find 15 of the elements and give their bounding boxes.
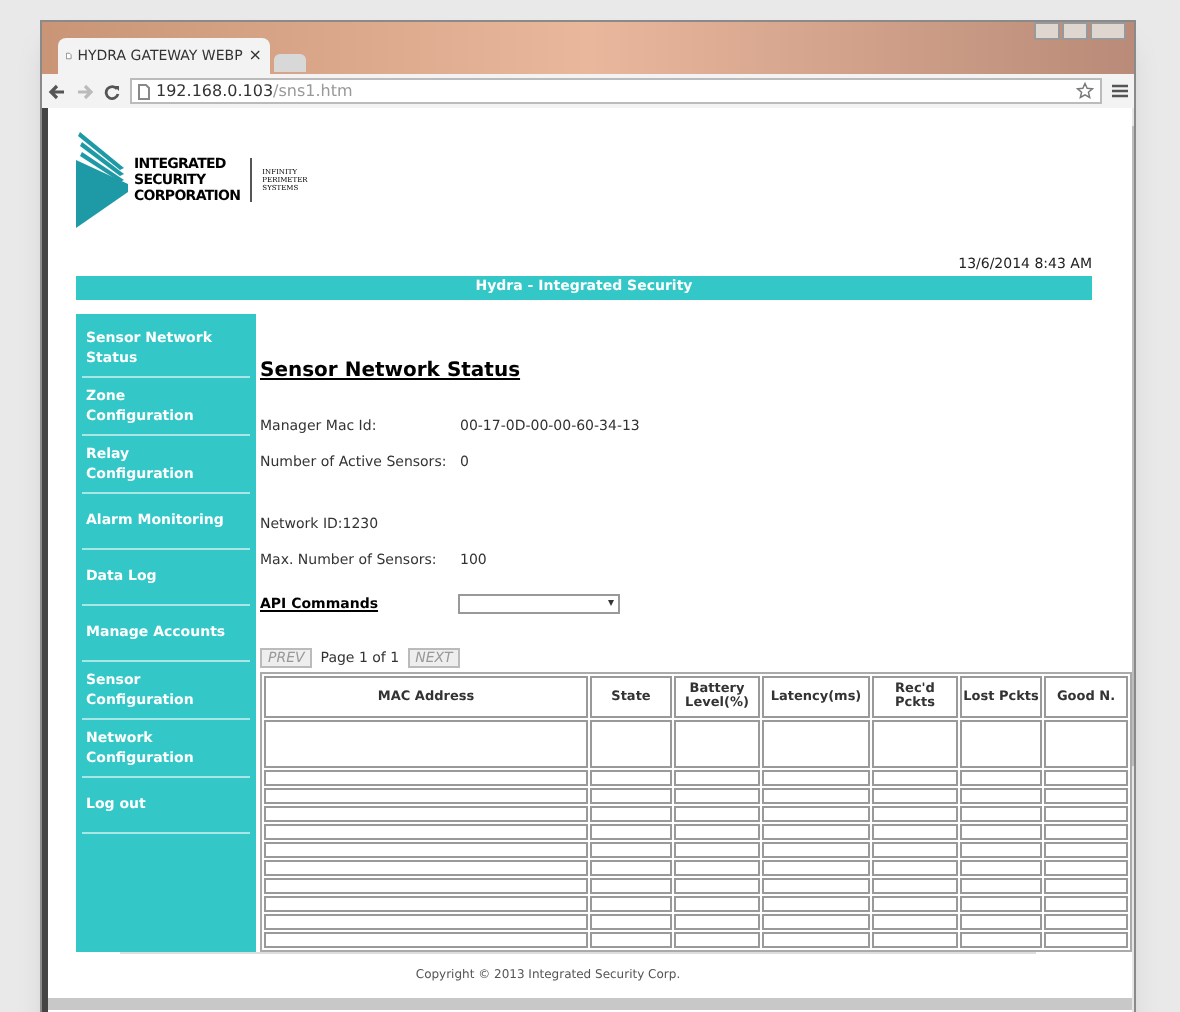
reload-icon[interactable] bbox=[104, 83, 120, 99]
logo-stripes-icon bbox=[76, 132, 128, 228]
close-icon[interactable]: × bbox=[248, 44, 262, 68]
address-bar[interactable]: 192.168.0.103/sns1.htm bbox=[130, 78, 1102, 104]
minimize-button[interactable] bbox=[1034, 22, 1060, 40]
back-icon[interactable] bbox=[48, 83, 66, 99]
forward-icon[interactable] bbox=[76, 83, 94, 99]
maximize-button[interactable] bbox=[1062, 22, 1088, 40]
page-heading: Sensor Network Status bbox=[260, 357, 523, 385]
menu-icon[interactable] bbox=[1112, 84, 1128, 98]
close-button[interactable] bbox=[1090, 22, 1126, 40]
star-icon[interactable] bbox=[1076, 82, 1094, 100]
new-tab-button[interactable] bbox=[274, 54, 306, 72]
page-icon bbox=[66, 48, 72, 64]
page-icon bbox=[138, 83, 150, 99]
